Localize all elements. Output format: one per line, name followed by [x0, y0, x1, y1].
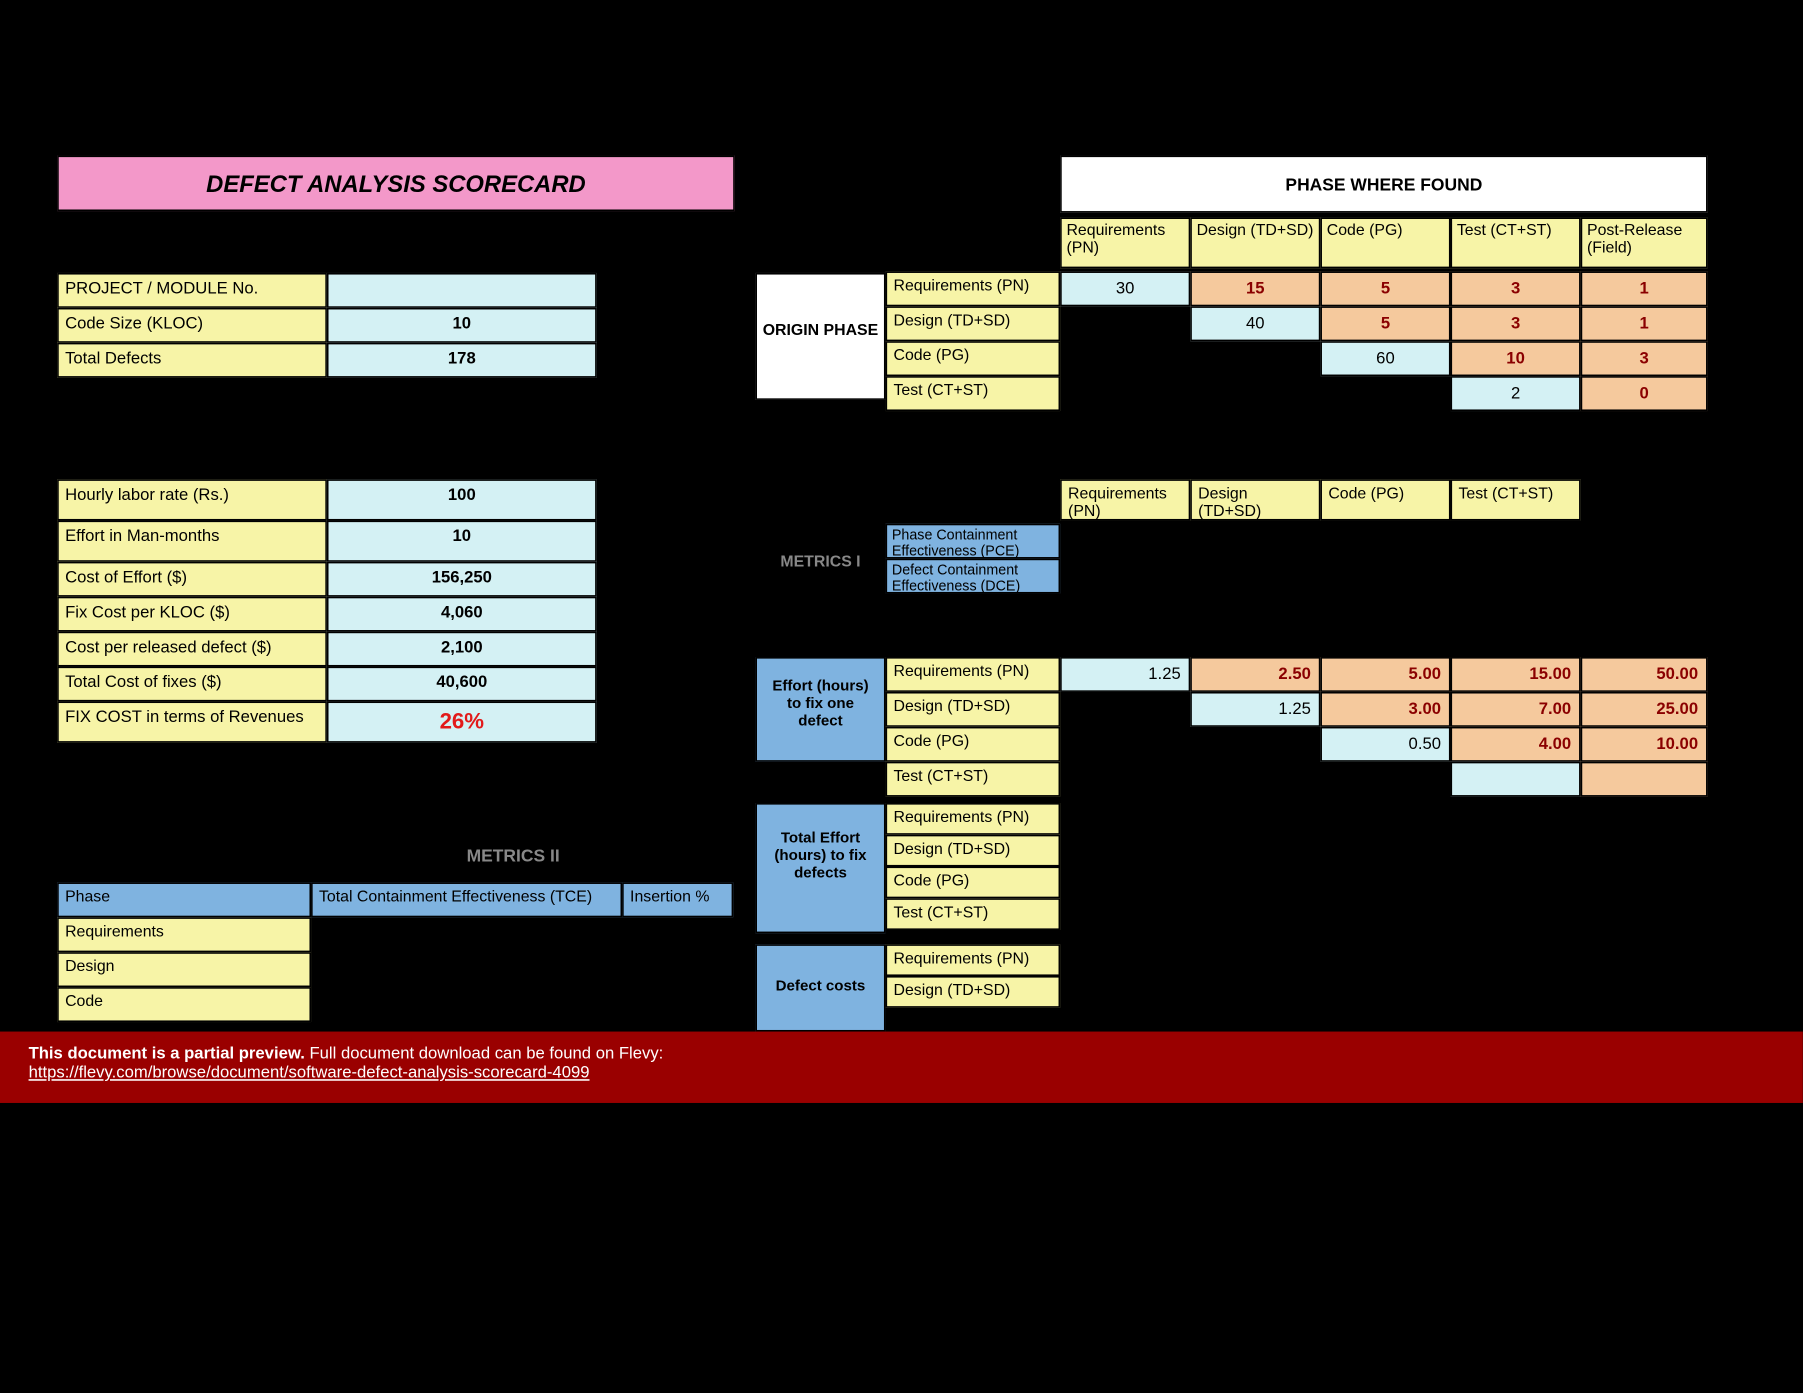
effort-cell: 25.00	[1581, 692, 1708, 727]
origin-cell: 30	[1060, 271, 1190, 306]
effort-cell: 4.00	[1451, 727, 1581, 762]
origin-cell: 1	[1581, 271, 1708, 306]
effort-header: Effort (hours) to fix one defect	[755, 657, 885, 762]
row-label: Code (PG)	[886, 867, 1061, 899]
origin-cell: 2	[1451, 376, 1581, 411]
total-cost-value: 40,600	[327, 667, 597, 702]
effort-cell: 10.00	[1581, 727, 1708, 762]
col-header: Requirements (PN)	[1060, 217, 1190, 268]
cost-effort-label: Cost of Effort ($)	[57, 562, 327, 597]
m2-row: Code	[57, 987, 311, 1022]
row-label: Code (PG)	[886, 341, 1061, 376]
cost-released-value: 2,100	[327, 632, 597, 667]
origin-cell: 0	[1581, 376, 1708, 411]
row-label: Design (TD+SD)	[886, 306, 1061, 341]
origin-cell: 5	[1320, 271, 1450, 306]
effort-cell: 5.00	[1320, 657, 1450, 692]
metrics-i-header: METRICS I	[755, 538, 885, 608]
defects-value: 178	[327, 343, 597, 378]
m1-col: Design (TD+SD)	[1190, 479, 1320, 520]
m2-phase-header: Phase	[57, 882, 311, 917]
fix-revenue-value: 26%	[327, 701, 597, 742]
effort-cell: 1.25	[1190, 692, 1320, 727]
preview-notice: This document is a partial preview. Full…	[0, 1032, 1803, 1103]
origin-phase-header: ORIGIN PHASE	[755, 273, 885, 400]
rate-label: Hourly labor rate (Rs.)	[57, 479, 327, 520]
m2-row: Design	[57, 952, 311, 987]
col-header: Post-Release (Field)	[1581, 217, 1708, 268]
total-effort-header: Total Effort (hours) to fix defects	[755, 803, 885, 933]
fix-kloc-value: 4,060	[327, 597, 597, 632]
m1-col: Test (CT+ST)	[1451, 479, 1581, 520]
effort-cell: 15.00	[1451, 657, 1581, 692]
m1-row: Defect Containment Effectiveness (DCE)	[886, 559, 1061, 594]
effort-cell: 50.00	[1581, 657, 1708, 692]
m2-ins-header: Insertion %	[622, 882, 733, 917]
total-cost-label: Total Cost of fixes ($)	[57, 667, 327, 702]
defects-label: Total Defects	[57, 343, 327, 378]
origin-cell: 40	[1190, 306, 1320, 341]
effort-label: Effort in Man-months	[57, 521, 327, 562]
origin-cell: 5	[1320, 306, 1450, 341]
col-header: Test (CT+ST)	[1451, 217, 1581, 268]
effort-cell: 2.50	[1190, 657, 1320, 692]
kloc-label: Code Size (KLOC)	[57, 308, 327, 343]
row-label: Test (CT+ST)	[886, 376, 1061, 411]
row-label: Requirements (PN)	[886, 657, 1061, 692]
row-label: Requirements (PN)	[886, 944, 1061, 976]
row-label: Test (CT+ST)	[886, 898, 1061, 930]
m1-col: Requirements (PN)	[1060, 479, 1190, 520]
effort-cell: 0.50	[1320, 727, 1450, 762]
origin-cell: 15	[1190, 271, 1320, 306]
cost-effort-value: 156,250	[327, 562, 597, 597]
effort-cell: 7.00	[1451, 692, 1581, 727]
effort-cell: 3.00	[1320, 692, 1450, 727]
metrics-ii-header: METRICS II	[467, 847, 560, 866]
origin-cell: 3	[1581, 341, 1708, 376]
rate-value: 100	[327, 479, 597, 520]
origin-cell: 1	[1581, 306, 1708, 341]
row-label: Design (TD+SD)	[886, 976, 1061, 1008]
kloc-value: 10	[327, 308, 597, 343]
defect-costs-header: Defect costs	[755, 944, 885, 1031]
effort-value: 10	[327, 521, 597, 562]
origin-cell: 60	[1320, 341, 1450, 376]
notice-bold: This document is a partial preview.	[29, 1044, 305, 1063]
phase-where-found-header: PHASE WHERE FOUND	[1060, 156, 1707, 213]
col-header: Design (TD+SD)	[1190, 217, 1320, 268]
m2-row: Requirements	[57, 917, 311, 952]
project-label: PROJECT / MODULE No.	[57, 273, 327, 308]
origin-cell: 3	[1451, 271, 1581, 306]
row-label: Requirements (PN)	[886, 271, 1061, 306]
row-label: Code (PG)	[886, 727, 1061, 762]
row-label: Design (TD+SD)	[886, 835, 1061, 867]
page-title: DEFECT ANALYSIS SCORECARD	[57, 156, 735, 212]
col-header: Code (PG)	[1320, 217, 1450, 268]
row-label: Design (TD+SD)	[886, 692, 1061, 727]
fix-revenue-label: FIX COST in terms of Revenues	[57, 701, 327, 742]
cost-released-label: Cost per released defect ($)	[57, 632, 327, 667]
m2-tce-header: Total Containment Effectiveness (TCE)	[311, 882, 622, 917]
notice-link[interactable]: https://flevy.com/browse/document/softwa…	[29, 1063, 590, 1082]
fix-kloc-label: Fix Cost per KLOC ($)	[57, 597, 327, 632]
m1-col: Code (PG)	[1320, 479, 1450, 520]
origin-cell: 3	[1451, 306, 1581, 341]
row-label: Requirements (PN)	[886, 803, 1061, 835]
notice-rest: Full document download can be found on F…	[305, 1044, 663, 1063]
effort-cell	[1451, 762, 1581, 797]
effort-cell	[1581, 762, 1708, 797]
row-label: Test (CT+ST)	[886, 762, 1061, 797]
m1-row: Phase Containment Effectiveness (PCE)	[886, 524, 1061, 559]
origin-cell: 10	[1451, 341, 1581, 376]
project-value	[327, 273, 597, 308]
effort-cell: 1.25	[1060, 657, 1190, 692]
